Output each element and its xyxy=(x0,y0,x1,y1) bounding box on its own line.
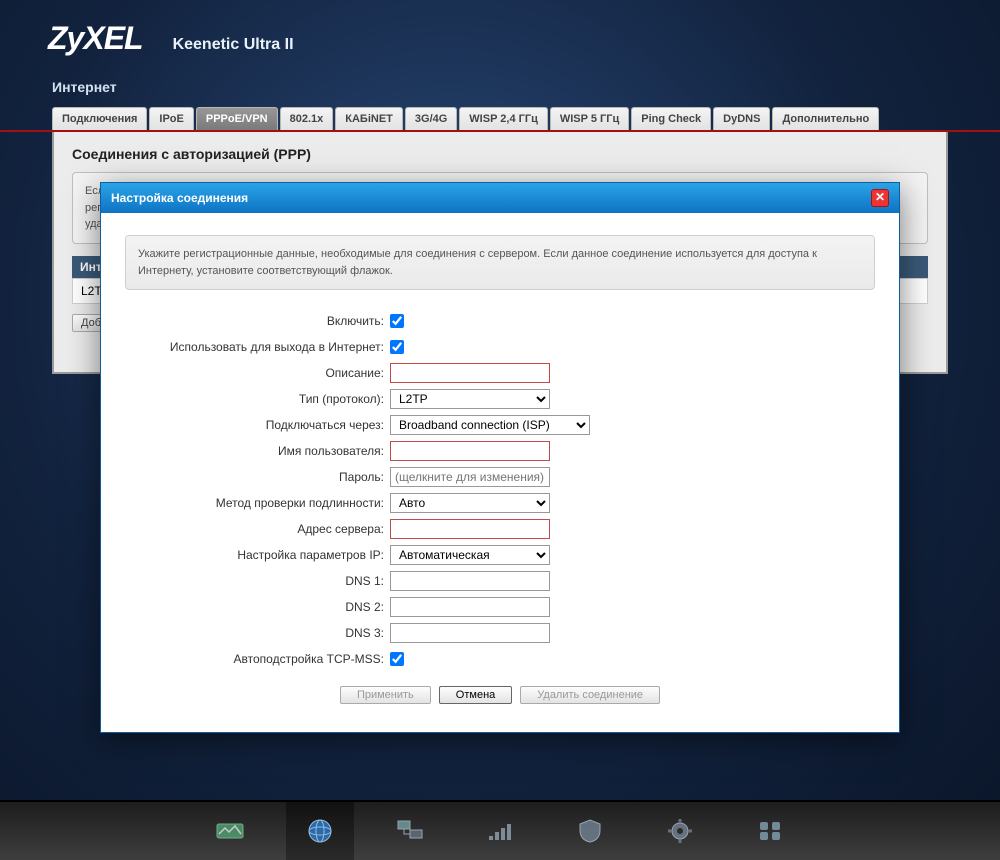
dns1-input[interactable] xyxy=(390,571,550,591)
apps-icon xyxy=(755,818,785,844)
nav-apps[interactable] xyxy=(736,802,804,860)
protocol-select[interactable]: L2TP xyxy=(390,389,550,409)
tab-bar: Подключения IPoE PPPoE/VPN 802.1x КАБiNE… xyxy=(0,107,1000,132)
tab-ipoe[interactable]: IPoE xyxy=(149,107,193,130)
label-use-internet: Использовать для выхода в Интернет: xyxy=(125,340,390,354)
nav-internet[interactable] xyxy=(286,802,354,860)
label-dns3: DNS 3: xyxy=(125,626,390,640)
label-username: Имя пользователя: xyxy=(125,444,390,458)
delete-button[interactable]: Удалить соединение xyxy=(520,686,660,704)
tab-dydns[interactable]: DyDNS xyxy=(713,107,770,130)
bottom-nav xyxy=(0,800,1000,860)
tab-kabinet[interactable]: КАБiNET xyxy=(335,107,403,130)
label-enable: Включить: xyxy=(125,314,390,328)
tab-advanced[interactable]: Дополнительно xyxy=(772,107,879,130)
label-dns2: DNS 2: xyxy=(125,600,390,614)
tab-3g4g[interactable]: 3G/4G xyxy=(405,107,457,130)
label-connect-via: Подключаться через: xyxy=(125,418,390,432)
label-protocol: Тип (протокол): xyxy=(125,392,390,406)
nav-home-network[interactable] xyxy=(376,802,444,860)
password-input[interactable] xyxy=(390,467,550,487)
tab-pppoe-vpn[interactable]: PPPoE/VPN xyxy=(196,107,278,130)
status-icon xyxy=(215,818,245,844)
tab-connections[interactable]: Подключения xyxy=(52,107,147,130)
use-internet-checkbox[interactable] xyxy=(390,340,404,354)
network-icon xyxy=(395,818,425,844)
label-ip-params: Настройка параметров IP: xyxy=(125,548,390,562)
nav-wifi[interactable] xyxy=(466,802,534,860)
label-password: Пароль: xyxy=(125,470,390,484)
page-title: Интернет xyxy=(0,69,1000,107)
auth-method-select[interactable]: Авто xyxy=(390,493,550,513)
modal-title: Настройка соединения xyxy=(111,191,248,205)
username-input[interactable] xyxy=(390,441,550,461)
label-tcp-mss: Автоподстройка TCP-MSS: xyxy=(125,652,390,666)
description-input[interactable] xyxy=(390,363,550,383)
modal-hint: Укажите регистрационные данные, необходи… xyxy=(125,235,875,290)
label-dns1: DNS 1: xyxy=(125,574,390,588)
label-auth-method: Метод проверки подлинности: xyxy=(125,496,390,510)
dns3-input[interactable] xyxy=(390,623,550,643)
tab-wisp24[interactable]: WISP 2,4 ГГц xyxy=(459,107,548,130)
ip-params-select[interactable]: Автоматическая xyxy=(390,545,550,565)
shield-icon xyxy=(575,818,605,844)
gear-icon xyxy=(665,818,695,844)
signal-icon xyxy=(485,818,515,844)
connection-settings-modal: Настройка соединения ✕ Укажите регистрац… xyxy=(100,182,900,733)
logo: ZyXEL xyxy=(48,20,143,57)
tab-8021x[interactable]: 802.1x xyxy=(280,107,334,130)
close-icon[interactable]: ✕ xyxy=(871,189,889,207)
tcp-mss-checkbox[interactable] xyxy=(390,652,404,666)
server-input[interactable] xyxy=(390,519,550,539)
apply-button[interactable]: Применить xyxy=(340,686,431,704)
cancel-button[interactable]: Отмена xyxy=(439,686,512,704)
nav-system[interactable] xyxy=(646,802,714,860)
enable-checkbox[interactable] xyxy=(390,314,404,328)
nav-security[interactable] xyxy=(556,802,624,860)
panel-title: Соединения с авторизацией (PPP) xyxy=(72,146,928,162)
label-description: Описание: xyxy=(125,366,390,380)
tab-wisp5[interactable]: WISP 5 ГГц xyxy=(550,107,629,130)
tab-ping-check[interactable]: Ping Check xyxy=(631,107,711,130)
model-name: Keenetic Ultra II xyxy=(173,36,294,54)
nav-status[interactable] xyxy=(196,802,264,860)
globe-icon xyxy=(305,818,335,844)
label-server: Адрес сервера: xyxy=(125,522,390,536)
dns2-input[interactable] xyxy=(390,597,550,617)
connect-via-select[interactable]: Broadband connection (ISP) xyxy=(390,415,590,435)
